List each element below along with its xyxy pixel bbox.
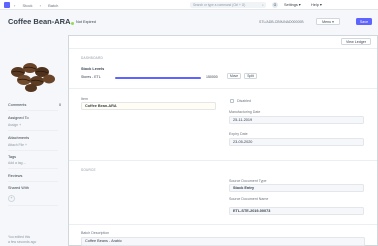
chevron-down-icon: ▾ bbox=[319, 3, 322, 7]
add-share-button[interactable]: + bbox=[8, 195, 15, 202]
stock-qty: 150000 bbox=[206, 75, 218, 79]
app-logo-icon[interactable] bbox=[4, 2, 10, 8]
section-divider bbox=[69, 160, 377, 161]
sidebar-divider bbox=[8, 205, 58, 206]
navbar: › Stock › Batch Search or type a command… bbox=[0, 0, 378, 10]
save-button[interactable]: Save bbox=[356, 18, 372, 25]
comments-label[interactable]: Comments bbox=[8, 103, 26, 107]
settings-menu[interactable]: Settings ▾ bbox=[284, 2, 301, 8]
sidebar-divider bbox=[8, 110, 58, 111]
sidebar-divider bbox=[8, 150, 58, 151]
settings-label: Settings bbox=[284, 3, 298, 7]
page-title: Coffee Bean-ARA bbox=[8, 17, 71, 26]
item-field-label: Item bbox=[81, 97, 88, 101]
mfg-date-label: Manufacturing Date bbox=[229, 110, 261, 114]
menu-button[interactable]: Menu ▾ bbox=[316, 18, 340, 25]
mfg-date-field[interactable]: 25-11-2019 bbox=[229, 116, 364, 124]
status-badge: Not Expired bbox=[76, 20, 96, 24]
document-name: STL/ADB-CB9UNAD00000B bbox=[259, 20, 304, 24]
stock-level-bar-fill bbox=[115, 77, 201, 79]
add-tag-link[interactable]: Add a tag ... bbox=[8, 161, 26, 165]
stock-level-bar bbox=[115, 77, 201, 79]
source-section-label: SOURCE bbox=[81, 168, 96, 172]
source-doc-type-label: Source Document Type bbox=[229, 179, 267, 183]
breadcrumb-separator-icon: › bbox=[39, 3, 41, 8]
sidebar-divider bbox=[8, 168, 58, 169]
sidebar-divider bbox=[8, 181, 58, 182]
dashboard-section-label: DASHBOARD bbox=[81, 56, 103, 60]
sidebar-divider bbox=[8, 130, 58, 131]
help-label: Help bbox=[311, 3, 319, 7]
split-button[interactable]: Split bbox=[244, 73, 257, 79]
search-input[interactable]: Search or type a command (Ctrl + G) ⌕ bbox=[190, 2, 266, 8]
stock-levels-label: Stock Levels bbox=[81, 67, 105, 71]
attachments-label: Attachments bbox=[8, 136, 30, 140]
batch-description-label: Batch Description bbox=[81, 231, 110, 235]
store-name: Stores - ETL bbox=[81, 75, 101, 79]
move-button[interactable]: Move bbox=[227, 73, 241, 79]
assign-link[interactable]: Assign + bbox=[8, 123, 21, 127]
assigned-to-label: Assigned To bbox=[8, 116, 29, 120]
search-icon: ⌕ bbox=[262, 3, 264, 7]
chevron-down-icon: ▾ bbox=[332, 20, 334, 24]
source-doc-name-label: Source Document Name bbox=[229, 197, 269, 201]
status-indicator-icon bbox=[71, 22, 74, 25]
chevron-down-icon: ▾ bbox=[298, 3, 301, 7]
form-panel: View Ledger DASHBOARD Stock Levels Store… bbox=[68, 35, 378, 246]
section-divider bbox=[69, 88, 377, 89]
source-doc-name-field[interactable]: ETL-STE-2019-00073 bbox=[229, 207, 364, 215]
breadcrumb: › Stock › Batch bbox=[14, 3, 64, 8]
view-ledger-button[interactable]: View Ledger bbox=[341, 38, 371, 45]
expiry-date-field[interactable]: 23-05-2020 bbox=[229, 138, 364, 146]
item-image bbox=[11, 63, 55, 92]
item-field[interactable]: Coffee Bean-ARA bbox=[81, 102, 216, 110]
batch-description-field[interactable]: Coffee Beans - Arabic bbox=[81, 237, 365, 246]
reviews-label: Reviews bbox=[8, 174, 23, 178]
disabled-label: Disabled bbox=[237, 99, 251, 103]
section-divider bbox=[69, 224, 377, 225]
comments-label-text: Comments bbox=[8, 103, 27, 107]
help-menu[interactable]: Help ▾ bbox=[311, 2, 322, 8]
comments-count: 0 bbox=[59, 103, 62, 107]
disabled-checkbox[interactable] bbox=[230, 99, 234, 103]
breadcrumb-batch[interactable]: Batch bbox=[48, 3, 58, 8]
shared-with-label: Shared With bbox=[8, 186, 29, 190]
menu-button-label: Menu bbox=[322, 20, 332, 24]
avatar[interactable]: G bbox=[272, 2, 278, 8]
activity-text: You edited this bbox=[8, 235, 31, 239]
source-doc-type-field[interactable]: Stock Entry bbox=[229, 184, 364, 192]
attach-file-link[interactable]: Attach File + bbox=[8, 143, 27, 147]
activity-time: a few seconds ago bbox=[8, 240, 37, 244]
expiry-date-label: Expiry Date bbox=[229, 132, 248, 136]
breadcrumb-stock[interactable]: Stock bbox=[22, 3, 32, 8]
breadcrumb-separator-icon: › bbox=[14, 3, 16, 8]
tags-label: Tags bbox=[8, 155, 17, 159]
section-divider bbox=[69, 48, 377, 49]
search-placeholder: Search or type a command (Ctrl + G) bbox=[193, 3, 246, 7]
